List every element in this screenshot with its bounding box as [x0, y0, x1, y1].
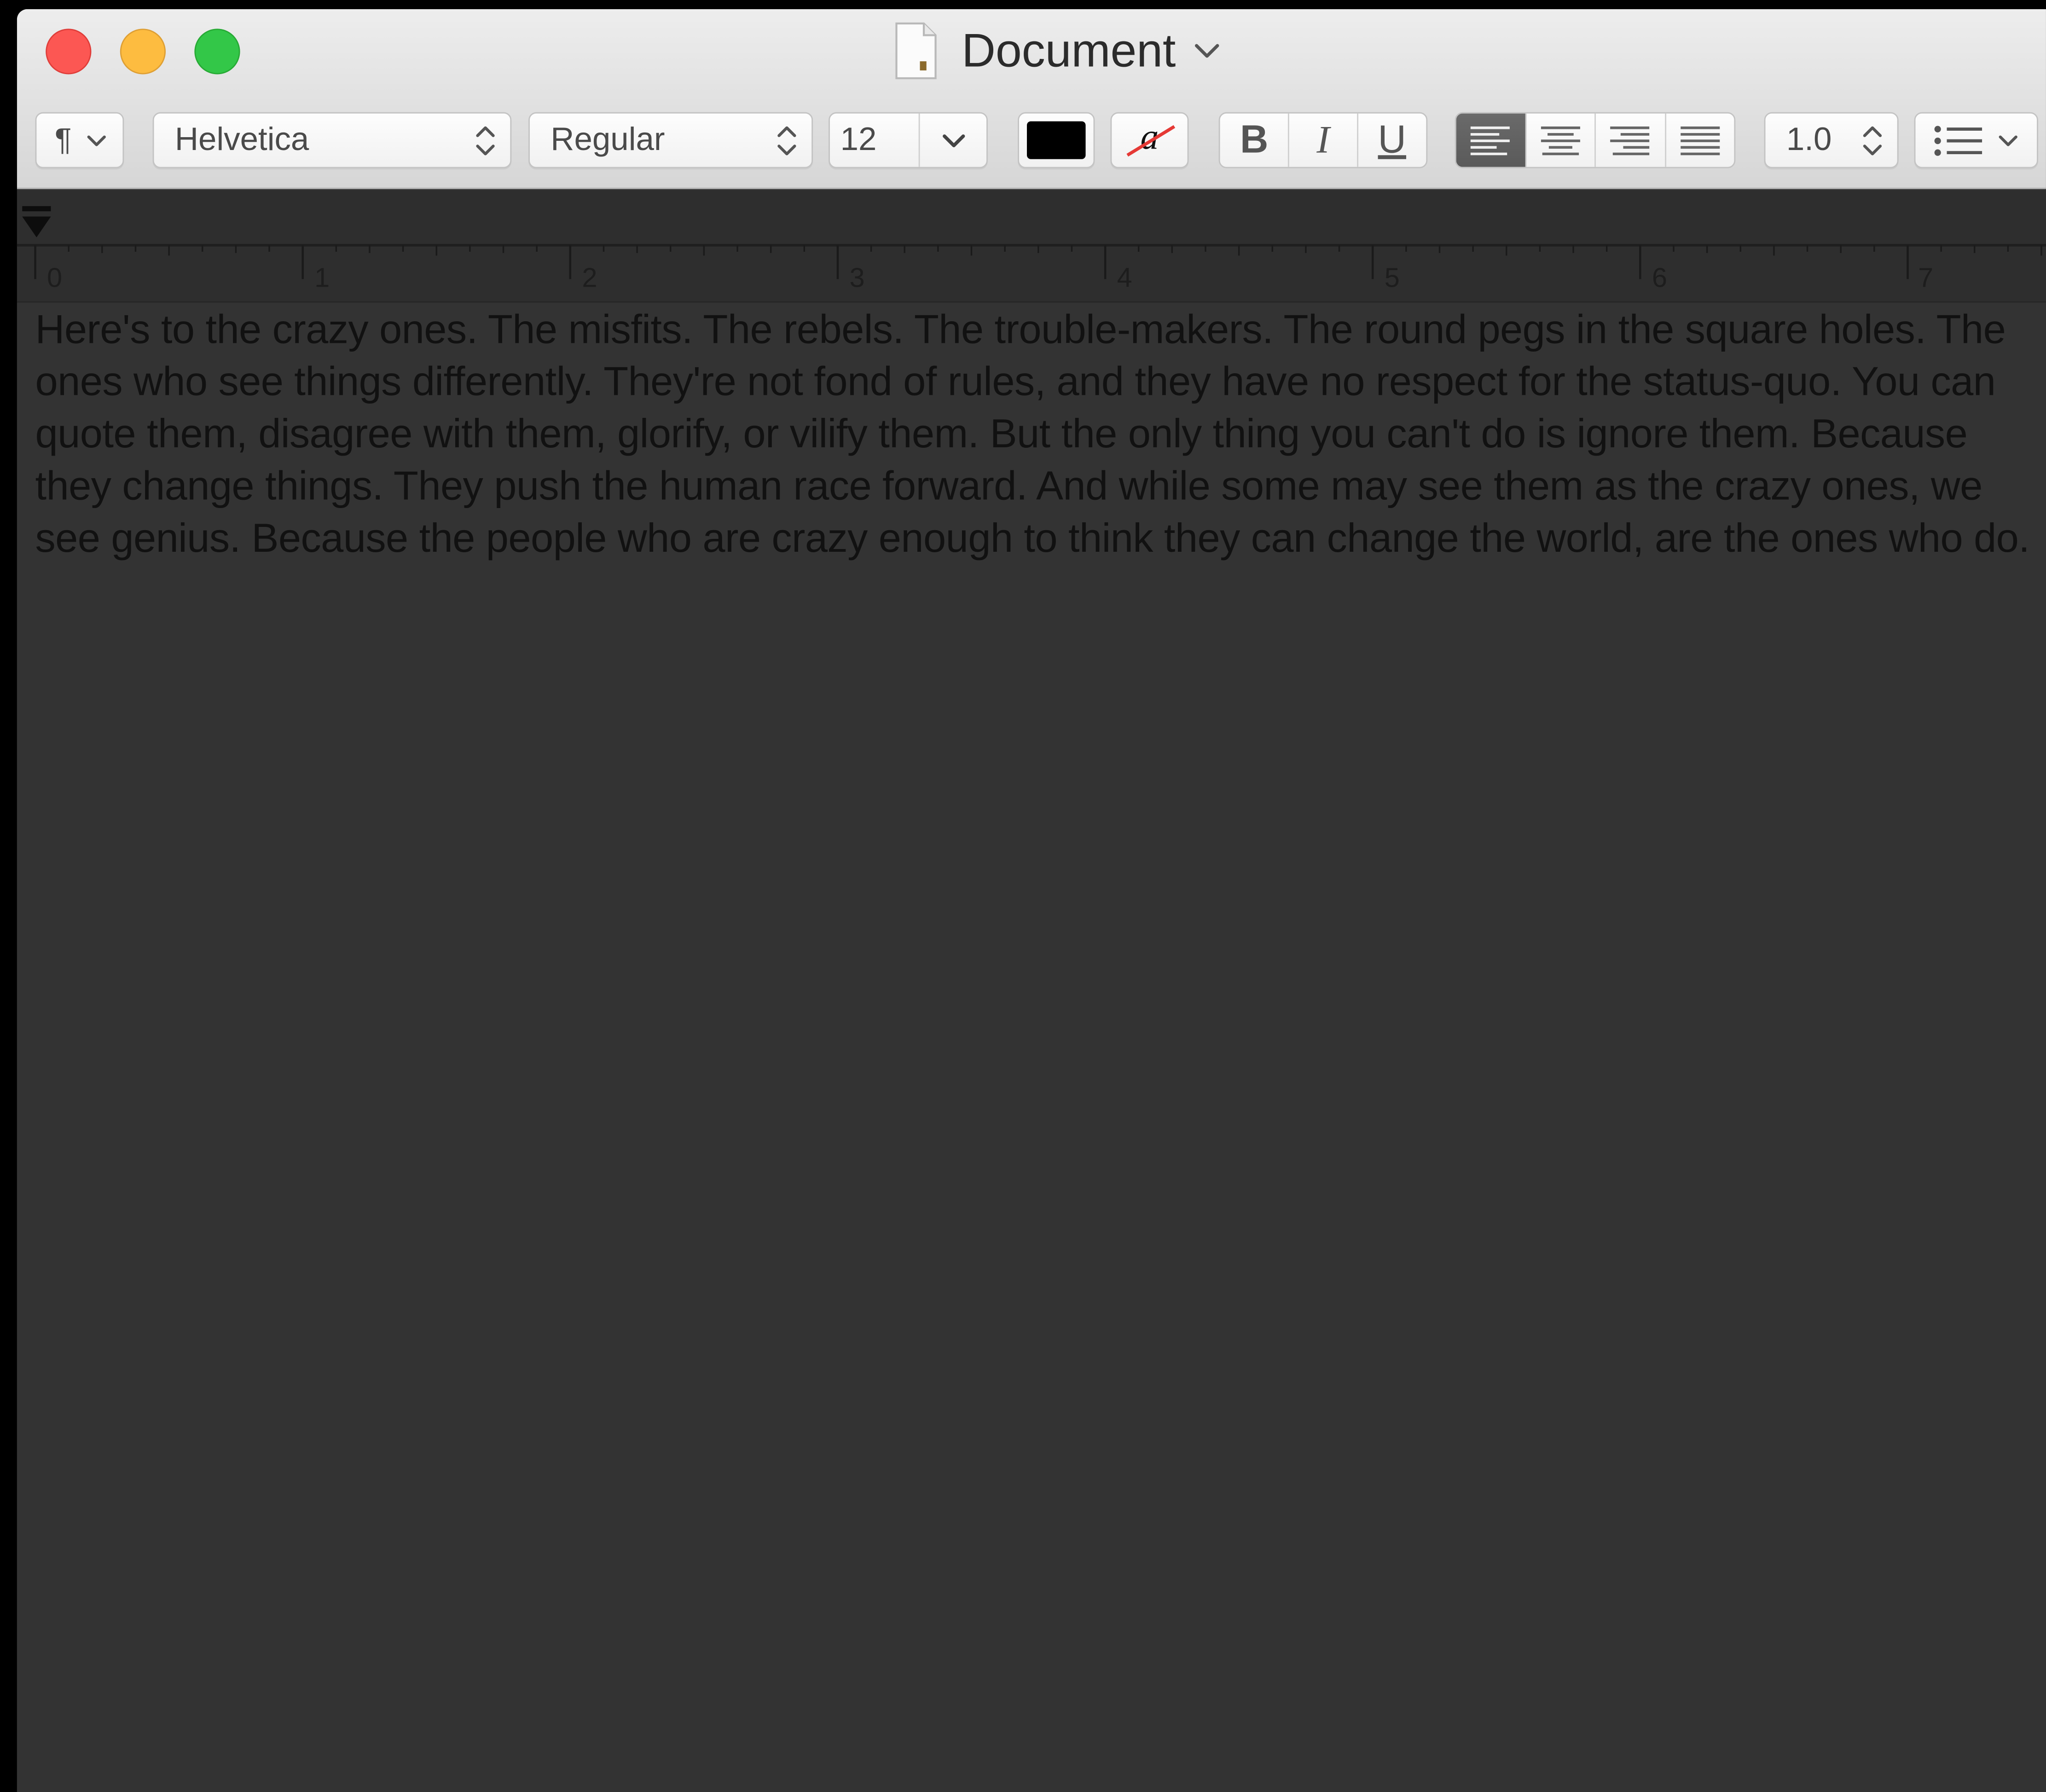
typeface-value: Regular — [551, 121, 665, 158]
ruler-mark-2: 2 — [582, 263, 597, 294]
ruler-mark-7: 7 — [1918, 263, 1934, 294]
chevron-down-icon — [1195, 44, 1219, 58]
font-size-dropdown[interactable] — [920, 114, 987, 167]
document-text-area[interactable]: Here's to the crazy ones. The misfits. T… — [35, 304, 2046, 565]
align-justify-button[interactable] — [1666, 114, 1734, 167]
paragraph-style-glyph: ¶ — [55, 121, 72, 157]
bold-button[interactable]: B — [1220, 113, 1290, 167]
ruler-mark-1: 1 — [314, 263, 330, 294]
italic-label: I — [1316, 118, 1330, 162]
chevron-down-icon — [942, 133, 964, 147]
align-right-icon — [1610, 126, 1650, 155]
text-color-swatch — [1026, 121, 1086, 159]
underline-label: U — [1378, 118, 1406, 162]
chevron-down-icon — [1998, 135, 2017, 146]
line-spacing-value: 1.0 — [1786, 121, 1832, 158]
italic-button[interactable]: I — [1290, 113, 1358, 167]
ruler-mark-6: 6 — [1652, 263, 1667, 294]
minimize-button[interactable] — [120, 29, 166, 75]
font-family-popup[interactable]: Helvetica — [152, 112, 512, 168]
window-title: Document — [962, 23, 1176, 77]
align-justify-icon — [1680, 126, 1720, 155]
textedit-window: Document ¶ Helvetica Regular 12 a B I U … — [17, 9, 2046, 1792]
chevron-down-icon — [87, 135, 106, 146]
up-down-arrows-icon — [476, 126, 495, 155]
ruler-mark-5: 5 — [1384, 263, 1400, 294]
up-down-arrows-icon — [1863, 126, 1882, 155]
align-right-button[interactable] — [1596, 113, 1666, 167]
text-color-well[interactable] — [1018, 112, 1095, 168]
ruler-mark-0: 0 — [47, 263, 63, 294]
document-icon — [895, 22, 937, 80]
paragraph-styles-button[interactable]: ¶ — [35, 112, 124, 168]
close-button[interactable] — [46, 29, 92, 75]
text-style-group: B I U — [1218, 112, 1428, 168]
align-center-button[interactable] — [1526, 113, 1596, 167]
typeface-popup[interactable]: Regular — [528, 112, 813, 168]
background-color-well[interactable]: a — [1110, 112, 1189, 168]
font-size-combo[interactable]: 12 — [829, 112, 988, 168]
align-left-button[interactable] — [1456, 113, 1526, 167]
list-bullets-button[interactable] — [1914, 112, 2038, 168]
font-size-field[interactable]: 12 — [830, 113, 920, 167]
align-center-icon — [1541, 126, 1580, 155]
bold-label: B — [1240, 118, 1269, 162]
document-text: Here's to the crazy ones. The misfits. T… — [35, 306, 2030, 561]
no-color-slash-icon — [1126, 125, 1176, 157]
up-down-arrows-icon — [777, 126, 796, 155]
line-spacing-popup[interactable]: 1.0 — [1764, 112, 1899, 168]
alignment-group — [1455, 112, 1736, 168]
ruler-mark-3: 3 — [849, 263, 865, 294]
ruler[interactable]: 0 1 2 3 4 5 6 7 — [17, 190, 2046, 303]
window-title-menu[interactable]: Document — [894, 20, 1223, 82]
titlebar: Document ¶ Helvetica Regular 12 a B I U … — [17, 9, 2046, 189]
list-bullets-icon — [1934, 125, 1982, 156]
zoom-button[interactable] — [194, 29, 240, 75]
align-left-icon — [1471, 126, 1510, 155]
font-family-value: Helvetica — [174, 121, 309, 158]
underline-button[interactable]: U — [1358, 114, 1426, 167]
ruler-mark-4: 4 — [1117, 263, 1132, 294]
